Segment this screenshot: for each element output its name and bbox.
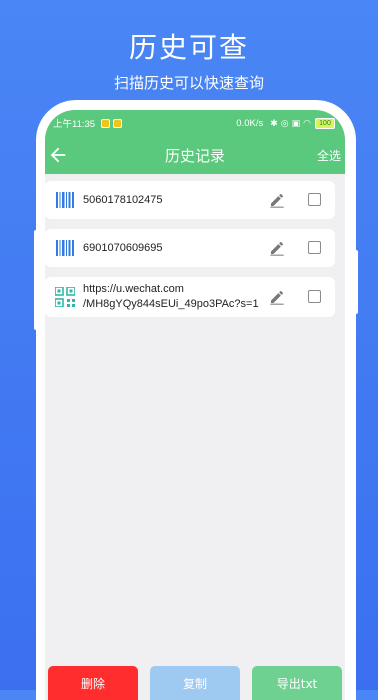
- wifi-icon: ◠: [303, 117, 311, 128]
- network-speed: 0.0K/s: [236, 117, 264, 129]
- bluetooth-icon: ✱: [270, 117, 278, 128]
- bottom-action-bar: 删除 复制 导出txt: [45, 666, 345, 700]
- history-list: 5060178102475 6901070609695 https://u.we…: [45, 174, 345, 317]
- status-bar: 上午11:35 0.0K/s ✱ ◎ ▣ ◠ 100: [45, 110, 345, 136]
- notification-icon: [101, 118, 111, 128]
- record-text: 5060178102475: [83, 193, 335, 208]
- record-text: 6901070609695: [83, 241, 335, 256]
- edit-icon[interactable]: [269, 240, 285, 256]
- record-line: 6901070609695: [83, 241, 163, 254]
- list-item[interactable]: https://u.wechat.com /MH8gYQy844sEUi_49p…: [45, 277, 335, 317]
- export-txt-button[interactable]: 导出txt: [252, 666, 342, 700]
- phone-screen: 上午11:35 0.0K/s ✱ ◎ ▣ ◠ 100 历史记录 全选 50601…: [45, 110, 345, 700]
- battery-icon: 100: [315, 117, 335, 129]
- app-bar: 历史记录 全选: [45, 136, 345, 174]
- record-line: 5060178102475: [83, 193, 163, 206]
- alarm-icon: ◎: [280, 117, 289, 128]
- edit-icon[interactable]: [269, 192, 285, 208]
- record-checkbox[interactable]: [308, 290, 321, 303]
- record-line: /MH8gYQy844sEUi_49po3PAc?s=1: [83, 298, 259, 310]
- record-checkbox[interactable]: [308, 193, 321, 206]
- page-title: 历史记录: [164, 146, 225, 165]
- phone-side-button-right: [354, 250, 358, 314]
- record-checkbox[interactable]: [308, 241, 321, 254]
- record-text: https://u.wechat.com /MH8gYQy844sEUi_49p…: [83, 282, 335, 312]
- promo-title: 历史可查: [128, 31, 249, 64]
- promo-subtitle: 扫描历史可以快速查询: [113, 74, 264, 92]
- barcode-icon: [53, 192, 77, 208]
- list-item[interactable]: 6901070609695: [45, 229, 335, 267]
- edit-icon[interactable]: [269, 289, 285, 305]
- record-line: https://u.wechat.com: [83, 283, 184, 295]
- delete-button[interactable]: 删除: [48, 666, 138, 700]
- notification-icon: [113, 118, 123, 128]
- copy-button[interactable]: 复制: [150, 666, 240, 700]
- list-item[interactable]: 5060178102475: [45, 181, 335, 219]
- status-time: 上午11:35: [53, 119, 96, 130]
- qr-code-icon: [53, 287, 77, 307]
- barcode-icon: [53, 240, 77, 256]
- back-arrow-icon[interactable]: [47, 144, 69, 166]
- select-all-button[interactable]: 全选: [317, 147, 341, 164]
- phone-side-button-left: [34, 230, 38, 330]
- sim-icon: ▣: [291, 117, 301, 128]
